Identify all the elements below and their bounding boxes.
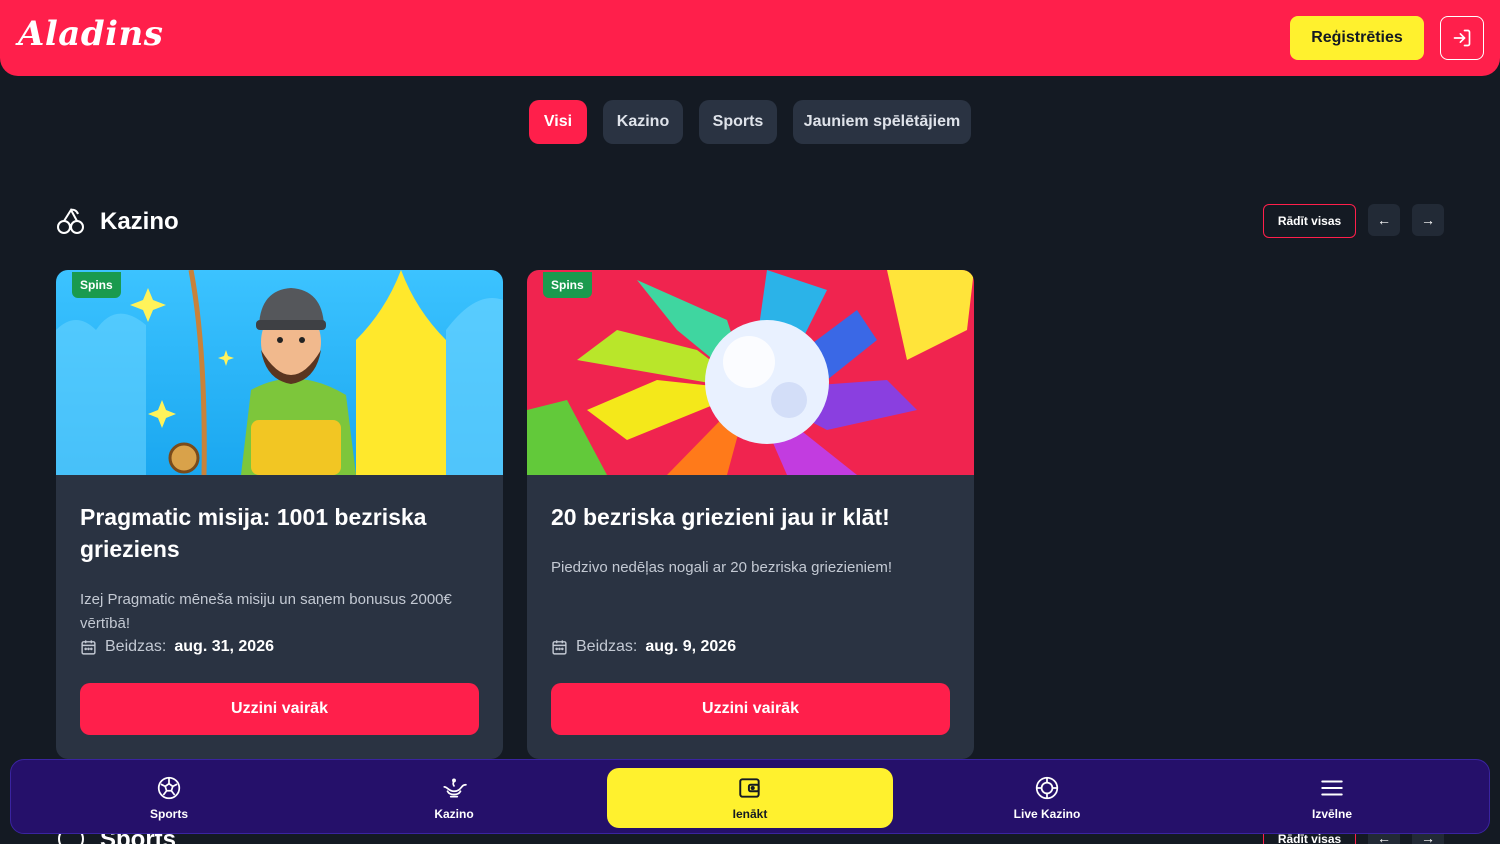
learn-more-button[interactable]: Uzzini vairāk	[80, 683, 479, 735]
filter-casino[interactable]: Kazino	[603, 100, 683, 144]
section-title: Kazino	[100, 208, 179, 235]
filter-new-players[interactable]: Jauniem spēlētājiem	[793, 100, 971, 144]
nav-menu[interactable]: Izvēlne	[1189, 768, 1475, 828]
casino-chip-icon	[1035, 776, 1059, 800]
card-description: Izej Pragmatic mēneša misiju un saņem bo…	[80, 591, 452, 632]
wallet-icon	[739, 778, 760, 798]
login-button[interactable]	[1440, 16, 1484, 60]
login-icon	[1453, 29, 1471, 47]
promo-card: Spins 20 bezriska griezieni jau ir klāt!…	[527, 270, 974, 759]
bonus-type-badge: Spins	[72, 272, 121, 298]
bottom-navigation: Sports Kazino Ienākt Live Kazino Izvēlne	[10, 759, 1490, 834]
expiry-label: Beidzas:	[576, 638, 638, 655]
cherries-icon	[57, 208, 84, 234]
nav-label: Sports	[149, 807, 188, 821]
next-arrow-button[interactable]: →	[1412, 204, 1444, 236]
nav-login[interactable]: Ienākt	[607, 768, 893, 828]
learn-more-button[interactable]: Uzzini vairāk	[551, 683, 950, 735]
nav-label: Kazino	[434, 807, 474, 821]
category-filters: Visi Kazino Sports Jauniem spēlētājiem	[0, 100, 1500, 144]
nav-live-casino[interactable]: Live Kazino	[904, 768, 1190, 828]
nav-label: Ienākt	[732, 807, 768, 821]
promo-image-gems: Spins	[527, 270, 974, 475]
filter-all[interactable]: Visi	[529, 100, 587, 144]
register-button[interactable]: Reģistrēties	[1290, 16, 1424, 60]
prev-arrow-button[interactable]: ←	[1368, 204, 1400, 236]
expiry-date: aug. 31, 2026	[174, 638, 274, 655]
calendar-icon	[552, 639, 567, 655]
arrow-left-icon: ←	[1377, 212, 1391, 228]
card-description: Piedzivo nedēļas nogali ar 20 bezriska g…	[551, 559, 893, 576]
filter-sports[interactable]: Sports	[699, 100, 777, 144]
promo-image-fisherman: Spins	[56, 270, 503, 475]
bonus-type-badge: Spins	[543, 272, 592, 298]
genie-lamp-icon	[443, 778, 467, 798]
card-title: Pragmatic misija: 1001 bezriska griezien…	[80, 504, 427, 562]
card-title: 20 bezriska griezieni jau ir klāt!	[551, 504, 890, 530]
card-expiry: Beidzas: aug. 9, 2026	[551, 638, 736, 656]
casino-section-header: Kazino Rādīt visas ← →	[56, 202, 1444, 242]
soccer-ball-icon	[157, 776, 181, 800]
nav-sports[interactable]: Sports	[26, 768, 312, 828]
promo-card: Spins Pragmatic misija: 1001 bezriska gr…	[56, 270, 503, 759]
expiry-date: aug. 9, 2026	[645, 638, 737, 655]
brand-logo[interactable]: Aladins	[18, 14, 163, 54]
nav-label: Izvēlne	[1311, 807, 1353, 821]
show-all-button[interactable]: Rādīt visas	[1263, 204, 1356, 238]
calendar-icon	[81, 639, 96, 655]
nav-label: Live Kazino	[1013, 807, 1081, 821]
arrow-right-icon: →	[1421, 212, 1435, 228]
nav-casino[interactable]: Kazino	[311, 768, 597, 828]
menu-icon	[1321, 780, 1343, 796]
expiry-label: Beidzas:	[105, 638, 167, 655]
card-expiry: Beidzas: aug. 31, 2026	[80, 638, 274, 656]
top-header: Aladins Reģistrēties	[0, 0, 1500, 76]
